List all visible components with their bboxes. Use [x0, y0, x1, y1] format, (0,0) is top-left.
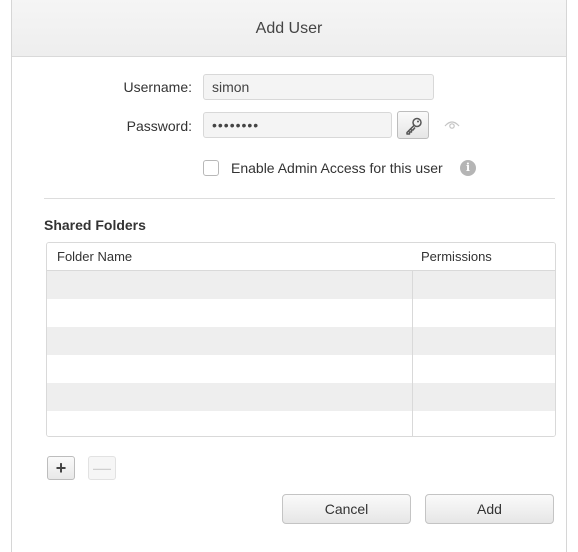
generate-password-button[interactable] [397, 111, 429, 139]
table-row[interactable] [47, 299, 555, 327]
table-row[interactable] [47, 355, 555, 383]
table-row[interactable] [47, 383, 555, 411]
username-field[interactable]: simon [203, 74, 434, 100]
username-label: Username: [123, 79, 192, 95]
table-header: Folder Name Permissions [47, 243, 555, 271]
shared-folders-table[interactable]: Folder Name Permissions [46, 242, 556, 437]
key-icon [406, 117, 422, 135]
column-separator [412, 271, 413, 436]
dialog-title: Add User [12, 0, 566, 57]
shared-folders-title: Shared Folders [44, 217, 146, 233]
admin-access-label[interactable]: Enable Admin Access for this user [231, 160, 443, 176]
add-user-dialog: Add User Username: simon Password: •••••… [11, 0, 567, 552]
password-field[interactable]: •••••••• [203, 112, 392, 138]
cancel-button[interactable]: Cancel [282, 494, 411, 524]
info-icon[interactable]: i [460, 160, 476, 176]
folder-name-column-header[interactable]: Folder Name [57, 243, 132, 271]
table-row[interactable] [47, 411, 555, 436]
divider [44, 198, 555, 199]
admin-access-checkbox[interactable] [203, 160, 219, 176]
password-label: Password: [126, 118, 192, 134]
add-button[interactable]: Add [425, 494, 554, 524]
eye-icon[interactable] [444, 118, 460, 130]
add-folder-button[interactable]: + [47, 456, 75, 480]
table-row[interactable] [47, 327, 555, 355]
table-row[interactable] [47, 271, 555, 299]
permissions-column-header[interactable]: Permissions [421, 243, 492, 271]
remove-folder-button[interactable]: — [88, 456, 116, 480]
